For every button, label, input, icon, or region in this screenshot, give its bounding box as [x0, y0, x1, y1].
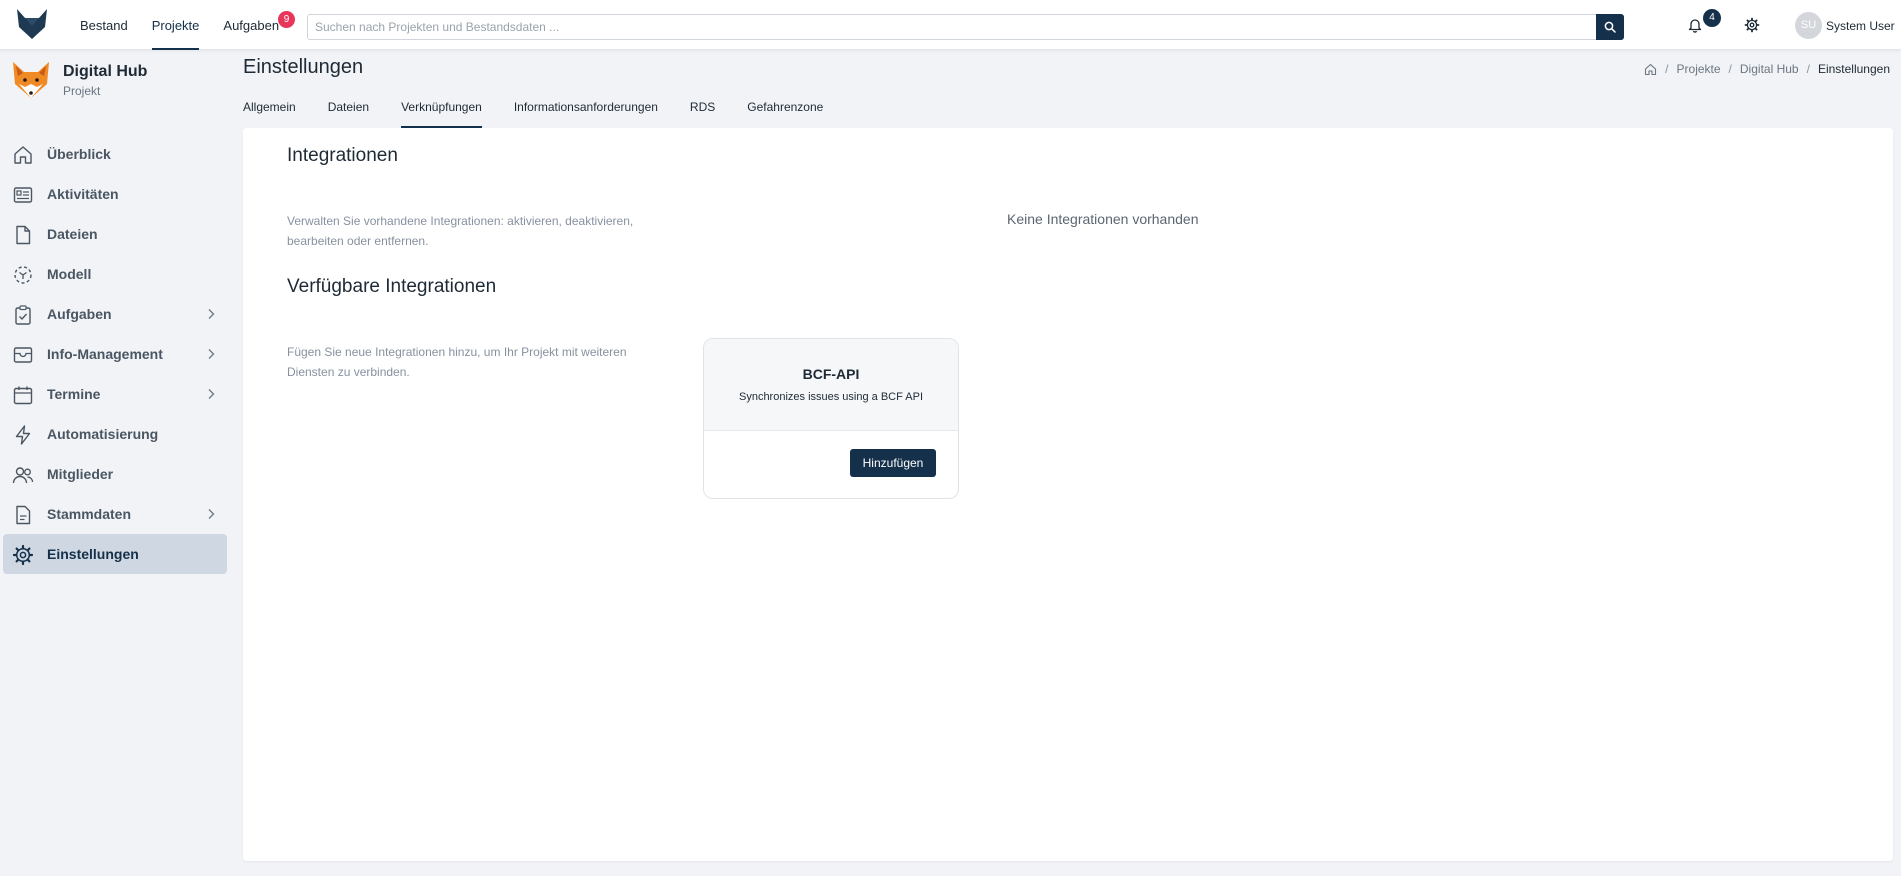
- sidebar-item-label: Aufgaben: [47, 306, 112, 322]
- tab-verknuepfungen[interactable]: Verknüpfungen: [401, 90, 482, 128]
- breadcrumb: / Projekte / Digital Hub / Einstellungen: [1644, 62, 1890, 76]
- calendar-icon: [13, 386, 33, 405]
- top-nav-label: Aufgaben: [223, 18, 280, 33]
- settings-tabs: Allgemein Dateien Verknüpfungen Informat…: [243, 90, 855, 128]
- sidebar-item-label: Stammdaten: [47, 506, 132, 522]
- sidebar-item-automatisierung[interactable]: Automatisierung: [3, 414, 227, 454]
- sidebar-item-termine[interactable]: Termine: [3, 374, 227, 414]
- integration-description: Synchronizes issues using a BCF API: [738, 391, 924, 403]
- tab-label: Dateien: [327, 100, 370, 114]
- avatar: SU: [1795, 12, 1822, 39]
- available-integrations-description: Fügen Sie neue Integrationen hinzu, um I…: [287, 345, 627, 379]
- fox-avatar-icon: [13, 62, 49, 98]
- model-cube-icon: [14, 266, 32, 284]
- chevron-right-icon: [208, 349, 215, 359]
- gear-icon: [12, 544, 34, 566]
- available-integrations-heading: Verfügbare Integrationen: [287, 276, 497, 297]
- sidebar-item-info-management[interactable]: Info-Management: [3, 334, 227, 374]
- project-type: Projekt: [63, 84, 101, 98]
- task-clipboard-icon: [15, 305, 31, 325]
- breadcrumb-separator: /: [1665, 62, 1669, 76]
- sidebar-item-ueberblick[interactable]: Überblick: [3, 134, 227, 174]
- tab-informationsanforderungen[interactable]: Informationsanforderungen: [514, 90, 658, 128]
- top-nav-label: Bestand: [80, 18, 128, 33]
- integration-card-header: BCF-API Synchronizes issues using a BCF …: [704, 339, 958, 431]
- sidebar-item-label: Aktivitäten: [47, 186, 119, 202]
- integration-card-bcf-api: BCF-API Synchronizes issues using a BCF …: [703, 338, 959, 499]
- lightning-icon: [15, 425, 31, 445]
- sidebar-navigation: Überblick Aktivitäten Dateien Modell Auf…: [3, 134, 227, 574]
- user-name: System User: [1826, 18, 1895, 33]
- top-bar: Bestand Projekte Aufgaben 9 4: [0, 0, 1901, 50]
- sidebar-item-dateien[interactable]: Dateien: [3, 214, 227, 254]
- sidebar-item-stammdaten[interactable]: Stammdaten: [3, 494, 227, 534]
- sidebar-item-einstellungen[interactable]: Einstellungen: [3, 534, 227, 574]
- tab-label: RDS: [689, 100, 716, 114]
- inbox-icon: [13, 347, 33, 363]
- sidebar-item-label: Modell: [47, 266, 92, 282]
- top-nav-aufgaben[interactable]: Aufgaben 9: [223, 0, 296, 50]
- add-integration-button[interactable]: Hinzufügen: [850, 449, 936, 477]
- global-search: [307, 14, 1624, 40]
- integrations-heading: Integrationen: [287, 145, 398, 166]
- breadcrumb-separator: /: [1728, 62, 1732, 76]
- integration-name: BCF-API: [802, 366, 860, 382]
- search-button[interactable]: [1596, 14, 1624, 40]
- document-icon: [16, 505, 31, 525]
- project-name: Digital Hub: [63, 63, 148, 80]
- chevron-right-icon: [208, 309, 215, 319]
- tab-label: Allgemein: [243, 100, 296, 114]
- tab-rds[interactable]: RDS: [690, 90, 715, 128]
- top-navigation: Bestand Projekte Aufgaben 9: [80, 0, 303, 50]
- sidebar-item-label: Einstellungen: [47, 546, 139, 562]
- chevron-right-icon: [208, 509, 215, 519]
- settings-content-panel: Integrationen Verwalten Sie vorhandene I…: [243, 128, 1893, 861]
- search-icon: [1604, 21, 1616, 33]
- activity-feed-icon: [13, 187, 33, 203]
- top-nav-projekte[interactable]: Projekte: [151, 0, 200, 50]
- fox-logo-icon[interactable]: [14, 6, 50, 42]
- users-icon: [12, 467, 34, 484]
- breadcrumb-digital-hub[interactable]: Digital Hub: [1740, 62, 1799, 76]
- sidebar-item-modell[interactable]: Modell: [3, 254, 227, 294]
- tab-label: Informationsanforderungen: [513, 100, 658, 114]
- breadcrumb-current: Einstellungen: [1817, 62, 1890, 76]
- bell-icon[interactable]: [1688, 17, 1702, 33]
- top-nav-label: Projekte: [151, 18, 200, 33]
- tab-label: Verknüpfungen: [401, 100, 482, 114]
- breadcrumb-separator: /: [1806, 62, 1810, 76]
- sidebar-item-label: Info-Management: [47, 346, 163, 362]
- sidebar-item-label: Dateien: [47, 226, 98, 242]
- sidebar-item-label: Mitglieder: [47, 466, 114, 482]
- tab-gefahrenzone[interactable]: Gefahrenzone: [747, 90, 823, 128]
- top-nav-bestand[interactable]: Bestand: [80, 0, 128, 50]
- notifications-count-badge: 4: [1703, 9, 1721, 27]
- sidebar-item-aufgaben[interactable]: Aufgaben: [3, 294, 227, 334]
- tab-label: Gefahrenzone: [747, 100, 824, 114]
- search-input[interactable]: [308, 15, 1598, 39]
- tasks-count-badge: 9: [278, 11, 296, 28]
- home-icon[interactable]: [1644, 63, 1657, 76]
- home-icon: [14, 146, 32, 164]
- tab-dateien[interactable]: Dateien: [328, 90, 369, 128]
- user-menu[interactable]: SU System User: [1795, 12, 1895, 39]
- sidebar-item-label: Termine: [47, 386, 101, 402]
- sidebar-item-aktivitaeten[interactable]: Aktivitäten: [3, 174, 227, 214]
- tab-allgemein[interactable]: Allgemein: [243, 90, 296, 128]
- sidebar-item-mitglieder[interactable]: Mitglieder: [3, 454, 227, 494]
- breadcrumb-projekte[interactable]: Projekte: [1677, 62, 1721, 76]
- sidebar-item-label: Überblick: [47, 146, 111, 162]
- page-title: Einstellungen: [243, 56, 364, 78]
- chevron-right-icon: [208, 389, 215, 399]
- settings-gear-icon[interactable]: [1744, 17, 1760, 33]
- integrations-empty-state: Keine Integrationen vorhanden: [1007, 211, 1199, 227]
- integrations-description: Verwalten Sie vorhandene Integrationen: …: [287, 214, 634, 248]
- file-icon: [16, 225, 31, 245]
- sidebar-item-label: Automatisierung: [47, 426, 159, 442]
